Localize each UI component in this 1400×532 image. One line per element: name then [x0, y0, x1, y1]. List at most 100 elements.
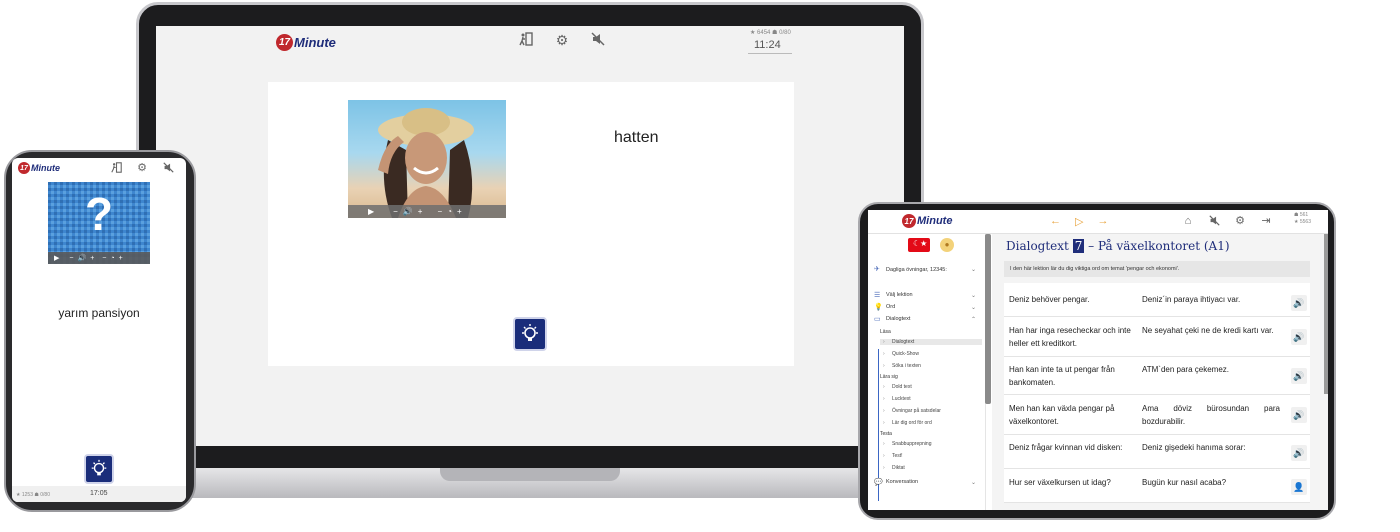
sidebar-sub-sentence-parts[interactable]: › Övningar på satsdelar: [880, 408, 982, 414]
sidebar-sub-hidden-text[interactable]: › Dold text: [880, 384, 982, 390]
main-scrollbar[interactable]: [1324, 234, 1328, 394]
chat-icon: 💬: [874, 479, 883, 486]
sidebar-item-label: Dagliga övningar, 12345:: [886, 267, 947, 273]
mute-icon[interactable]: [1208, 215, 1220, 227]
speed-down-icon[interactable]: −: [437, 207, 442, 216]
logo-word: Minute: [294, 35, 336, 50]
list-icon: ☰: [874, 292, 881, 299]
sidebar-sub-label: Snabbupprepning: [892, 441, 932, 447]
sidebar-sub-label: Söka i texten: [892, 363, 921, 369]
sidebar-sub-test[interactable]: › Test!: [880, 453, 982, 459]
volume-up-icon[interactable]: +: [90, 255, 94, 262]
score-stats: ★ 1253 ☗ 0/80: [16, 492, 50, 498]
tablet-sidebar: ● ✈ Dagliga övningar, 12345: ⌄ ☰ Välj le…: [868, 234, 986, 510]
lightbulb-icon: [522, 324, 538, 341]
swedish-text: Han kan inte ta ut pengar från bankomate…: [1009, 365, 1115, 387]
sidebar-item-dialogtext[interactable]: ▭ Dialogtext ⌃: [874, 315, 982, 323]
arrow-left-icon[interactable]: ←: [1050, 215, 1061, 228]
laptop-header: 17 Minute ⚙ ★ 6454 ☗ 0/80 11:24: [156, 26, 904, 66]
swedish-text: Deniz behöver pengar.: [1009, 295, 1090, 304]
speed-down-icon[interactable]: −: [102, 255, 106, 262]
chevron-up-icon: ⌃: [970, 316, 976, 323]
volume-down-icon[interactable]: −: [393, 207, 398, 216]
play-outline-icon[interactable]: ▷: [1075, 215, 1083, 228]
media-controls: ▶ − 🔊 + − ◔ +: [48, 252, 150, 264]
sidebar-sub-search[interactable]: › Söka i texten: [880, 363, 982, 369]
session-timer: 17:05: [90, 490, 108, 497]
sidebar-sub-dialogtext[interactable]: › Dialogtext: [880, 339, 982, 345]
sidebar-item-daily[interactable]: ✈ Dagliga övningar, 12345: ⌄: [874, 266, 982, 274]
arrow-right-icon[interactable]: →: [1097, 215, 1108, 228]
speaker-icon[interactable]: 🔊: [1291, 407, 1307, 423]
brand-logo[interactable]: 17 Minute: [902, 214, 952, 228]
speaker-icon[interactable]: 🔊: [1291, 329, 1307, 345]
mute-icon[interactable]: [162, 162, 174, 174]
media-controls: ▶ − 🔊 + − ◔ +: [348, 205, 506, 218]
dialog-row: Hur ser växelkursen ut idag? Bugün kur n…: [1004, 469, 1310, 503]
sidebar-item-choose-lesson[interactable]: ☰ Välj lektion ⌄: [874, 291, 982, 299]
hint-button[interactable]: [513, 317, 547, 351]
chevron-down-icon: ⌄: [970, 479, 976, 486]
tablet-screen: 17 Minute ← ▷ → ⌂ ⚙ ⇥ ☗ 561 ★ 5563 ☾★ ● …: [868, 210, 1328, 510]
volume-down-icon[interactable]: −: [69, 255, 73, 262]
group-label-testa: Testa: [880, 431, 892, 437]
sidebar-sub-quickshow[interactable]: › Quick-Show: [880, 351, 982, 357]
home-icon[interactable]: ⌂: [1182, 215, 1194, 227]
lightbulb-icon: [91, 459, 107, 476]
person-icon[interactable]: 👤: [1291, 479, 1307, 495]
turkish-text: Bugün kur nasıl acaba?: [1142, 478, 1227, 487]
rocket-icon: ✈: [874, 266, 880, 273]
sidebar-sub-quick-repeat[interactable]: › Snabbupprepning: [880, 441, 982, 447]
language-bubble-icon[interactable]: ●: [940, 238, 954, 252]
hint-button[interactable]: [84, 454, 114, 484]
flashcard: ▶ − 🔊 + − ◔ + hatten: [268, 82, 794, 366]
session-timer: 11:24: [754, 39, 781, 51]
logo-number: 17: [902, 214, 916, 228]
brand-logo[interactable]: 17 Minute: [18, 162, 60, 174]
gear-icon[interactable]: ⚙: [554, 32, 570, 48]
exit-icon[interactable]: [110, 162, 122, 174]
speed-up-icon[interactable]: +: [457, 207, 462, 216]
chevron-down-icon: ⌄: [970, 304, 976, 311]
sidebar-item-words[interactable]: 💡 Ord ⌄: [874, 303, 982, 311]
timer-progress: [748, 53, 792, 54]
gear-icon[interactable]: ⚙: [136, 162, 148, 174]
speaker-icon[interactable]: 🔊: [1291, 368, 1307, 384]
laptop-notch: [440, 468, 620, 481]
swedish-text: Han har inga resecheckar och inte heller…: [1009, 326, 1131, 348]
vocabulary-word: yarım pansiyon: [58, 306, 140, 320]
swedish-text: Hur ser växelkursen ut idag?: [1009, 478, 1111, 487]
sidebar-sub-label: Dold text: [892, 384, 912, 390]
play-icon[interactable]: ▶: [368, 207, 374, 216]
speaker-icon[interactable]: 🔊: [1291, 295, 1307, 311]
sidebar-sub-gap-text[interactable]: › Lucktext: [880, 396, 982, 402]
swedish-text: Men han kan växla pengar på växelkontore…: [1009, 404, 1115, 426]
speed-up-icon[interactable]: +: [119, 255, 123, 262]
sidebar-sub-word-by-word[interactable]: › Lär dig ord för ord: [880, 420, 982, 426]
logout-icon[interactable]: ⇥: [1260, 215, 1272, 227]
chevron-down-icon: ⌄: [970, 292, 976, 299]
sidebar-sub-dictation[interactable]: › Diktat: [880, 465, 982, 471]
brand-logo[interactable]: 17 Minute: [276, 34, 336, 51]
sidebar-item-label: Dialogtext: [886, 316, 911, 322]
play-icon[interactable]: ▶: [54, 254, 59, 262]
gear-icon[interactable]: ⚙: [1234, 215, 1246, 227]
logo-number: 17: [276, 34, 293, 51]
turkish-text: ATM`den para çekemez.: [1142, 365, 1229, 374]
lesson-number: 7: [1072, 239, 1085, 253]
mute-icon[interactable]: [590, 32, 606, 48]
vocabulary-word: hatten: [614, 129, 659, 146]
volume-up-icon[interactable]: +: [418, 207, 423, 216]
laptop-screen: 17 Minute ⚙ ★ 6454 ☗ 0/80 11:24 ▶ − 🔊 + …: [156, 26, 904, 446]
sidebar-scrollbar[interactable]: [985, 234, 991, 404]
sidebar-item-label: Ord: [886, 304, 896, 310]
turkish-flag-icon[interactable]: [908, 238, 930, 252]
turkish-text: Ama döviz bürosundan para bozdurabilir.: [1142, 404, 1280, 426]
turkish-text: Deniz gişedeki hanıma sorar:: [1142, 443, 1246, 452]
sidebar-item-conversation[interactable]: 💬 Konversation ⌄: [874, 478, 982, 486]
stat-top: ☗ 561: [1294, 212, 1309, 218]
group-label-lara: Lära sig: [880, 374, 898, 380]
speaker-icon[interactable]: 🔊: [1291, 445, 1307, 461]
dialog-row: Deniz frågar kvinnan vid disken: Deniz g…: [1004, 435, 1310, 469]
exit-icon[interactable]: [518, 32, 534, 48]
